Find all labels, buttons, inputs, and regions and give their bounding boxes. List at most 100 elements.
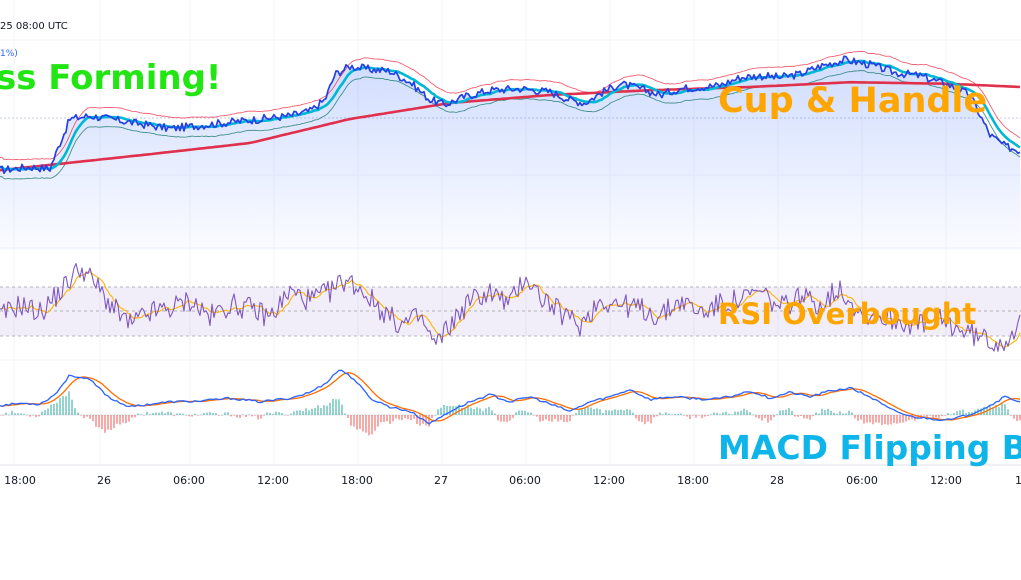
histogram-bar (1010, 415, 1012, 416)
histogram-bar (782, 410, 784, 415)
histogram-bar (953, 413, 955, 415)
histogram-bar (59, 398, 61, 415)
histogram-bar (1004, 404, 1006, 415)
histogram-bar (302, 411, 304, 415)
histogram-bar (593, 408, 595, 415)
histogram-bar (392, 415, 394, 422)
histogram-bar (11, 410, 13, 415)
histogram-bar (149, 414, 151, 415)
histogram-bar (323, 405, 325, 415)
histogram-bar (956, 411, 958, 415)
histogram-bar (278, 412, 280, 415)
histogram-bar (617, 410, 619, 415)
histogram-bar (62, 396, 64, 415)
histogram-bar (398, 415, 400, 420)
histogram-bar (1001, 402, 1003, 415)
histogram-bar (101, 415, 103, 430)
histogram-bar (272, 414, 274, 415)
histogram-bar (647, 415, 649, 422)
histogram-bar (218, 415, 220, 416)
histogram-bar (365, 415, 367, 433)
histogram-bar (497, 415, 499, 421)
histogram-bar (1019, 415, 1021, 421)
histogram-bar (818, 413, 820, 415)
histogram-bar (380, 415, 382, 423)
histogram-bar (674, 414, 676, 415)
histogram-bar (470, 407, 472, 415)
histogram-bar (728, 413, 730, 415)
histogram-bar (635, 415, 637, 419)
histogram-bar (143, 415, 145, 416)
histogram-bar (224, 412, 226, 415)
histogram-bar (869, 415, 871, 423)
histogram-bar (401, 415, 403, 421)
histogram-bar (494, 413, 496, 415)
histogram-bar (32, 415, 34, 416)
histogram-bar (806, 415, 808, 419)
histogram-bar (878, 415, 880, 423)
histogram-bar (851, 412, 853, 415)
histogram-bar (485, 408, 487, 415)
histogram-bar (989, 406, 991, 415)
histogram-bar (242, 414, 244, 416)
histogram-bar (833, 412, 835, 415)
histogram-bar (173, 415, 175, 417)
histogram-bar (464, 408, 466, 415)
histogram-bar (344, 413, 346, 415)
histogram-bar (899, 415, 901, 424)
histogram-bar (845, 413, 847, 415)
histogram-bar (905, 415, 907, 422)
histogram-bar (74, 408, 76, 415)
histogram-bar (722, 412, 724, 415)
histogram-bar (251, 415, 253, 417)
histogram-bar (158, 412, 160, 415)
histogram-bar (428, 415, 430, 427)
histogram-bar (182, 413, 184, 415)
histogram-bar (629, 409, 631, 415)
histogram-bar (533, 415, 535, 416)
x-tick-label: 1 (1015, 474, 1021, 487)
histogram-bar (839, 411, 841, 415)
macd-panel[interactable] (0, 369, 1021, 436)
histogram-bar (1007, 409, 1009, 415)
histogram-bar (941, 415, 943, 417)
histogram-bar (395, 415, 397, 419)
histogram-bar (599, 409, 601, 415)
histogram-bar (185, 414, 187, 416)
histogram-bar (209, 411, 211, 415)
histogram-bar (41, 411, 43, 415)
histogram-bar (578, 409, 580, 415)
histogram-bar (644, 415, 646, 425)
histogram-bar (542, 415, 544, 421)
histogram-bar (152, 413, 154, 415)
histogram-bar (1013, 415, 1015, 419)
histogram-bar (191, 415, 193, 417)
histogram-bar (2, 415, 4, 416)
histogram-bar (68, 391, 70, 415)
histogram-bar (164, 413, 166, 415)
histogram-bar (521, 410, 523, 415)
histogram-bar (215, 412, 217, 415)
histogram-bar (671, 414, 673, 416)
histogram-bar (758, 415, 760, 419)
histogram-bar (374, 415, 376, 431)
histogram-bar (89, 415, 91, 419)
histogram-bar (200, 414, 202, 416)
histogram-bar (134, 415, 136, 418)
histogram-bar (704, 415, 706, 417)
x-tick-label: 12:00 (593, 474, 625, 487)
histogram-bar (263, 415, 265, 416)
histogram-bar (29, 415, 31, 417)
histogram-bar (557, 415, 559, 422)
x-tick-label: 06:00 (509, 474, 541, 487)
histogram-bar (737, 411, 739, 415)
histogram-bar (569, 415, 571, 422)
histogram-bar (308, 410, 310, 415)
histogram-bar (248, 414, 250, 416)
histogram-bar (479, 408, 481, 415)
histogram-bar (98, 415, 100, 428)
histogram-bar (893, 415, 895, 424)
histogram-bar (965, 413, 967, 415)
histogram-bar (608, 410, 610, 415)
histogram-bar (596, 408, 598, 415)
